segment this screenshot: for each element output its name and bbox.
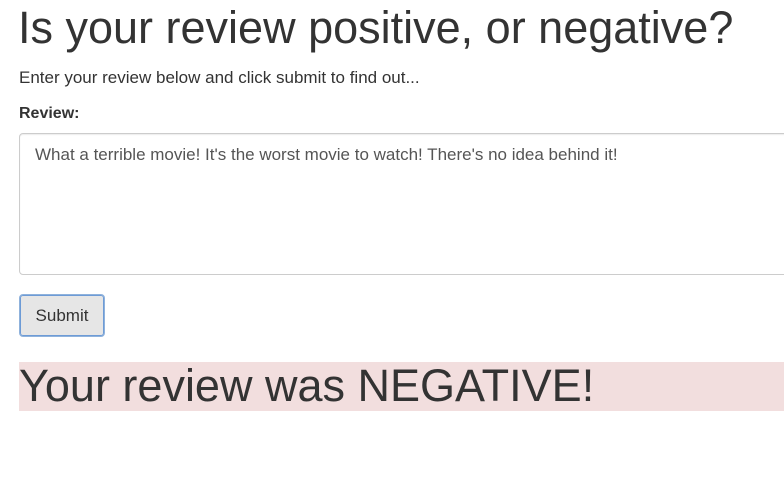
page-subtitle: Enter your review below and click submit… bbox=[19, 68, 420, 87]
review-textarea[interactable]: What a terrible movie! It's the worst mo… bbox=[19, 133, 784, 275]
page-title: Is your review positive, or negative? bbox=[18, 2, 734, 53]
result-text: Your review was NEGATIVE! bbox=[19, 360, 595, 411]
review-label: Review: bbox=[19, 105, 80, 122]
submit-button[interactable]: Submit bbox=[19, 294, 105, 337]
page: Is your review positive, or negative? En… bbox=[0, 0, 784, 482]
